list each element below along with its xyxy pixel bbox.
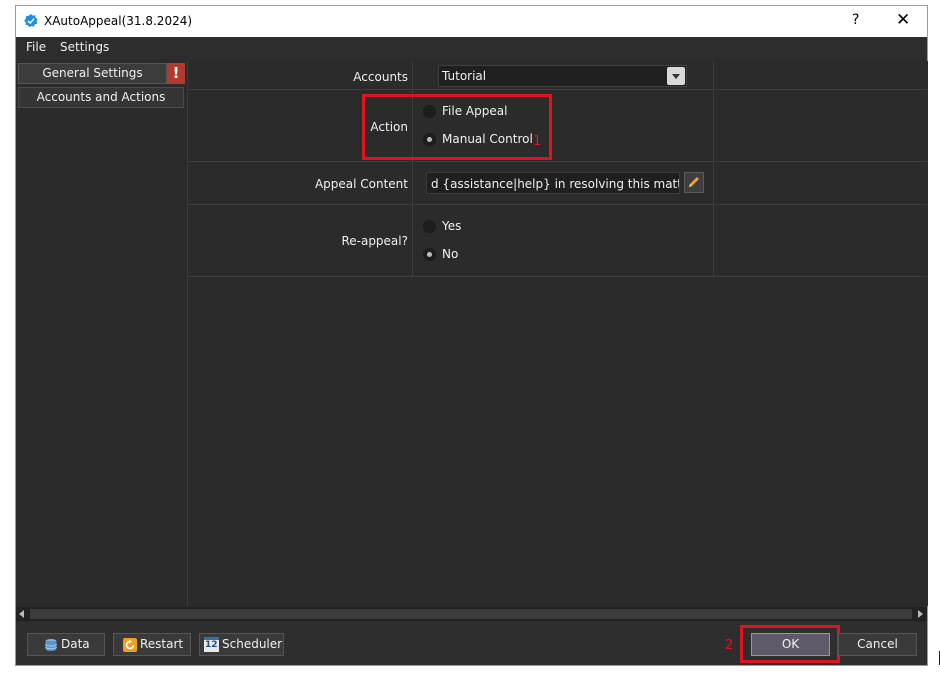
sidebar — [16, 61, 186, 606]
sidebar-item-general-settings[interactable]: General Settings — [18, 63, 167, 84]
menu-bar: File Settings — [16, 37, 927, 59]
row-divider — [187, 161, 927, 162]
data-button[interactable]: Data — [27, 633, 105, 656]
pencil-icon — [689, 177, 699, 187]
radio-no[interactable] — [423, 248, 436, 261]
horizontal-scrollbar[interactable] — [16, 607, 927, 621]
data-button-label: Data — [61, 637, 90, 651]
restart-button-label: Restart — [140, 637, 184, 651]
edit-appeal-button[interactable] — [684, 172, 704, 193]
close-button[interactable]: ✕ — [896, 10, 910, 30]
menu-file[interactable]: File — [26, 40, 46, 54]
no-label[interactable]: No — [442, 247, 458, 261]
calendar-icon: 12 — [204, 637, 219, 652]
column-divider — [713, 61, 714, 276]
appeal-content-value: d {assistance|help} in resolving this ma… — [431, 177, 680, 191]
chevron-down-icon — [672, 74, 680, 79]
appeal-content-field[interactable]: d {assistance|help} in resolving this ma… — [426, 172, 680, 194]
accounts-selected-value: Tutorial — [442, 69, 487, 83]
accounts-label: Accounts — [353, 70, 408, 84]
annotation-marker-1: 1 — [533, 134, 542, 149]
yes-label[interactable]: Yes — [442, 219, 461, 233]
window-title: XAutoAppeal(31.8.2024) — [44, 14, 193, 28]
settings-panel — [187, 61, 928, 606]
scroll-right-icon[interactable] — [918, 610, 923, 618]
reappeal-label: Re-appeal? — [341, 234, 408, 248]
scroll-left-icon[interactable] — [19, 610, 24, 618]
row-divider — [187, 204, 927, 205]
ok-button[interactable]: OK — [751, 633, 830, 656]
radio-yes[interactable] — [423, 220, 436, 233]
restart-icon — [123, 637, 137, 652]
scheduler-button-label: Scheduler — [222, 637, 283, 651]
annotation-marker-2: 2 — [725, 638, 734, 653]
row-divider — [187, 276, 927, 277]
scheduler-button[interactable]: 12 Scheduler — [199, 633, 284, 656]
cancel-button[interactable]: Cancel — [838, 633, 917, 656]
title-bar: XAutoAppeal(31.8.2024) ? ✕ — [16, 6, 927, 37]
calendar-icon-day: 12 — [205, 640, 218, 650]
annotation-box-1 — [362, 94, 552, 160]
sidebar-item-accounts-and-actions[interactable]: Accounts and Actions — [18, 87, 184, 108]
database-icon — [45, 638, 57, 651]
dropdown-button[interactable] — [667, 67, 685, 85]
scrollbar-thumb[interactable] — [30, 609, 912, 619]
appeal-content-label: Appeal Content — [314, 177, 408, 191]
menu-settings[interactable]: Settings — [60, 40, 109, 54]
row-divider — [187, 89, 927, 90]
accounts-dropdown[interactable]: Tutorial — [438, 65, 687, 87]
app-logo-icon — [24, 14, 38, 28]
help-button[interactable]: ? — [852, 12, 859, 28]
restart-button[interactable]: Restart — [113, 633, 191, 656]
warning-icon: ! — [167, 63, 185, 84]
